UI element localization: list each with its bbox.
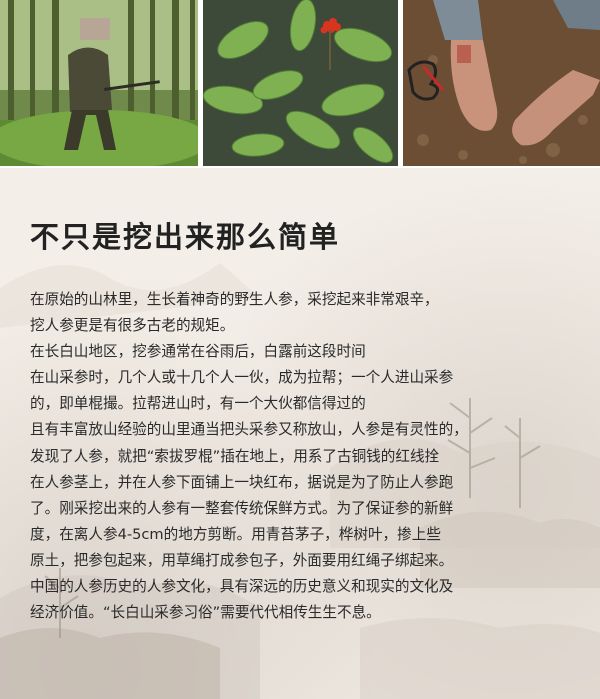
body-line: 在山采参时，几个人或十几个人一伙，成为拉帮；一个人进山采参	[30, 369, 454, 387]
body-line: 经济价值。“长白山采参习俗”需要代代相传生生不息。	[30, 604, 381, 622]
photo-strip	[0, 0, 600, 168]
body-line: 的，即单棍撮。拉帮进山时，有一个大伙都信得过的	[30, 395, 366, 413]
body-line: 发现了人参，就把“索拔罗棍”插在地上，用系了古铜钱的红线拴	[30, 447, 440, 465]
body-line: 且有丰富放山经验的山里通当把头采参又称放山，人参是有灵性的，	[30, 421, 468, 439]
plant-photo	[203, 0, 398, 166]
body-line: 原土，把参包起来，用草绳打成参包子，外面要用红绳子绑起来。	[30, 551, 454, 569]
body-line: 度，在离人参4-5cm的地方剪断。用青苔茅子，桦树叶，掺上些	[30, 525, 441, 543]
body-line: 了。刚采挖出来的人参有一整套传统保鲜方式。为了保证参的新鲜	[30, 499, 454, 517]
body-line: 在原始的山林里，生长着神奇的野生人参，采挖起来非常艰辛，	[30, 291, 439, 308]
article-title: 不只是挖出来那么简单	[30, 220, 341, 254]
body-line: 在人参茎上，并在人参下面铺上一块红布，据说是为了防止人参跑	[30, 473, 454, 491]
forest-photo	[0, 0, 198, 166]
hands-photo	[403, 0, 600, 166]
body-line: 挖人参更是有很多古老的规矩。	[30, 317, 235, 335]
article-body: 在原始的山林里，生长着神奇的野生人参，采挖起来非常艰辛， 挖人参更是有很多古老的…	[30, 287, 600, 626]
body-line: 中国的人参历史的人参文化，具有深远的历史意义和现实的文化及	[30, 578, 454, 596]
body-line: 在长白山地区，挖参通常在谷雨后，白露前这段时间	[30, 343, 366, 361]
